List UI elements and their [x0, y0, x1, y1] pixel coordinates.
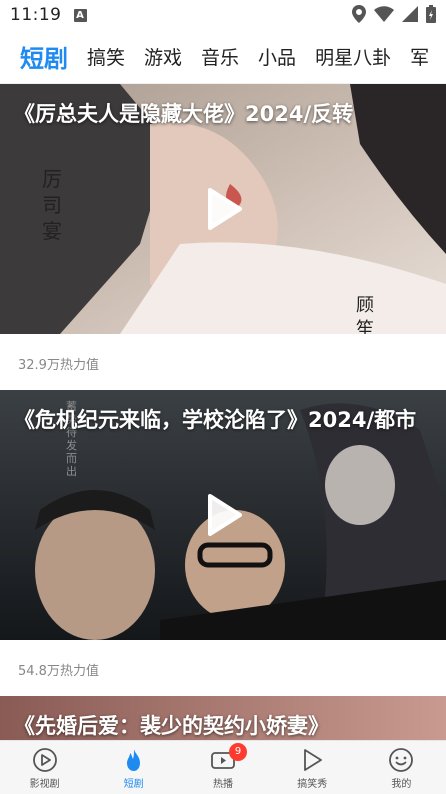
- nav-item-rebo[interactable]: 9 热播: [178, 741, 267, 794]
- nav-item-gaoxiaoxiu[interactable]: 搞笑秀: [268, 741, 357, 794]
- smiley-icon: [389, 748, 414, 772]
- video-thumbnail[interactable]: 《先婚后爱：裴少的契约小娇妻》: [0, 696, 446, 740]
- battery-icon: [426, 5, 436, 23]
- poster-caption-left: 厉司宴: [42, 167, 62, 243]
- category-tabs: 短剧 搞笑 游戏 音乐 小品 明星八卦 军: [0, 30, 446, 84]
- signal-icon: [402, 6, 418, 22]
- tab-duanju[interactable]: 短剧: [20, 39, 68, 74]
- nav-label: 影视剧: [29, 779, 60, 790]
- notification-badge: 9: [229, 743, 247, 761]
- tab-yinyue[interactable]: 音乐: [201, 43, 239, 70]
- heat-value: 54.8万热力值: [18, 664, 99, 679]
- play-icon[interactable]: [200, 492, 246, 538]
- heat-value: 32.9万热力值: [18, 358, 99, 373]
- notification-icon: A: [73, 8, 87, 22]
- status-bar: 11:19 A: [0, 0, 446, 30]
- video-title[interactable]: 《危机纪元来临，学校沦陷了》2024/都市: [14, 402, 432, 438]
- nav-item-duanju[interactable]: 短剧: [89, 741, 178, 794]
- status-indicators: [352, 5, 436, 23]
- nav-label: 我的: [391, 779, 412, 790]
- video-feed: 厉司宴 顾笙 《厉总夫人是隐藏大佬》2024/反转 32.9万热力值 蓄势待发而…: [0, 84, 446, 740]
- video-title[interactable]: 《先婚后爱：裴少的契约小娇妻》: [14, 708, 432, 740]
- play-triangle-icon: [304, 749, 323, 771]
- play-icon[interactable]: [200, 186, 246, 232]
- tab-xiaopin[interactable]: 小品: [258, 43, 296, 70]
- video-thumbnail[interactable]: 厉司宴 顾笙 《厉总夫人是隐藏大佬》2024/反转: [0, 84, 446, 334]
- video-title[interactable]: 《厉总夫人是隐藏大佬》2024/反转: [14, 96, 432, 132]
- play-circle-icon: [32, 748, 57, 772]
- nav-label: 短剧: [123, 779, 144, 790]
- nav-label: 热播: [213, 779, 233, 790]
- tab-mingxing-bagua[interactable]: 明星八卦: [315, 43, 391, 70]
- tab-youxi[interactable]: 游戏: [144, 43, 182, 70]
- poster-caption-right: 顾笙: [356, 295, 374, 334]
- nav-label: 搞笑秀: [297, 779, 328, 790]
- tab-jun[interactable]: 军: [410, 43, 429, 70]
- location-icon: [352, 5, 366, 23]
- nav-item-yingshiju[interactable]: 影视剧: [0, 741, 89, 794]
- flame-icon: [126, 749, 140, 771]
- status-time: 11:19: [10, 5, 62, 25]
- tab-gaoxiao[interactable]: 搞笑: [87, 43, 125, 70]
- nav-item-wode[interactable]: 我的: [357, 741, 446, 794]
- video-thumbnail[interactable]: 蓄势待发而出 《危机纪元来临，学校沦陷了》2024/都市: [0, 390, 446, 640]
- bottom-navigation: 影视剧 短剧 9 热播 搞笑秀 我的: [0, 740, 446, 794]
- wifi-icon: [374, 6, 394, 22]
